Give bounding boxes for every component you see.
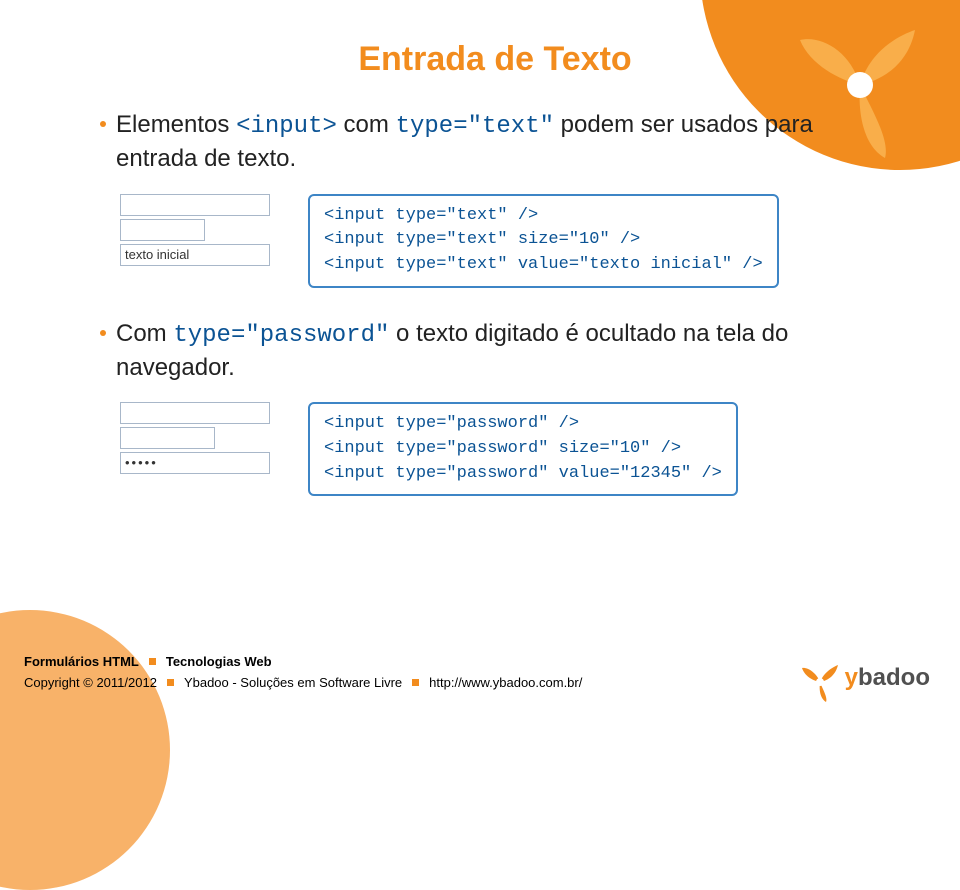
footer-topic: Formulários HTML [24,654,139,669]
brand-logo-text: ybadoo [845,664,930,691]
bullet-dot-icon [100,330,106,336]
password-input-sample-1 [120,402,270,424]
footer-separator-icon [149,658,156,665]
example-2: ••••• <input type="password" /> <input t… [120,402,890,496]
text-frag: Elementos [116,111,236,138]
logo-prefix: y [845,664,858,691]
example-2-inputs: ••••• [120,402,290,474]
code-line: <input type="text" size="10" /> [324,230,640,249]
password-input-sample-2 [120,427,215,449]
code-inline: type="text" [396,113,554,140]
footer-separator-icon [412,679,419,686]
slide-footer: Formulários HTML Tecnologias Web Copyrig… [0,642,960,720]
brand-logo-icon [800,660,840,702]
logo-rest: badoo [858,664,930,691]
example-1: texto inicial <input type="text" /> <inp… [120,194,890,288]
code-line: <input type="password" value="12345" /> [324,464,722,483]
slide-title: Entrada de Texto [100,40,890,79]
footer-url: http://www.ybadoo.com.br/ [429,675,582,690]
text-input-sample-2 [120,219,205,241]
bullet-2: Com type="password" o texto digitado é o… [100,318,890,385]
slide-body: Entrada de Texto Elementos <input> com t… [0,0,960,640]
text-input-sample-1 [120,194,270,216]
footer-subject: Tecnologias Web [166,654,272,669]
code-inline: <input> [236,113,337,140]
bullet-dot-icon [100,121,106,127]
brand-logo: ybadoo [800,660,930,702]
code-line: <input type="text" /> [324,206,538,225]
bullet-2-text: Com type="password" o texto digitado é o… [116,318,890,385]
footer-company: Ybadoo - Soluções em Software Livre [184,675,402,690]
code-box-2: <input type="password" /> <input type="p… [308,402,738,496]
code-box-1: <input type="text" /> <input type="text"… [308,194,779,288]
example-1-inputs: texto inicial [120,194,290,266]
code-line: <input type="text" value="texto inicial"… [324,255,763,274]
text-input-sample-3: texto inicial [120,244,270,266]
code-line: <input type="password" size="10" /> [324,439,681,458]
password-input-sample-3: ••••• [120,452,270,474]
footer-separator-icon [167,679,174,686]
text-frag: com [337,111,396,138]
text-frag: Com [116,320,173,347]
footer-line-1: Formulários HTML Tecnologias Web [24,654,936,669]
footer-line-2: Copyright © 2011/2012 Ybadoo - Soluções … [24,675,936,690]
code-line: <input type="password" /> [324,414,579,433]
footer-copyright: Copyright © 2011/2012 [24,675,157,690]
bullet-1-text: Elementos <input> com type="text" podem … [116,109,890,176]
code-inline: type="password" [173,322,389,349]
bullet-1: Elementos <input> com type="text" podem … [100,109,890,176]
